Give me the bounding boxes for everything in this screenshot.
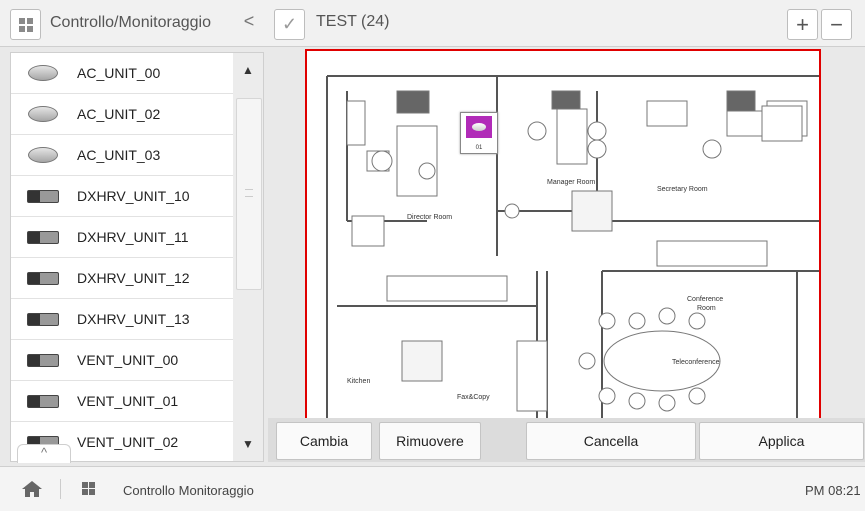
list-scrollbar[interactable]: ▲ ▼ xyxy=(233,52,264,462)
device-label: DXHRV_UNIT_13 xyxy=(77,311,190,327)
remove-button[interactable]: Rimuovere xyxy=(379,422,481,460)
list-item[interactable]: AC_UNIT_03 xyxy=(11,135,234,176)
label-secretary-room: Secretary Room xyxy=(657,186,708,193)
device-label: DXHRV_UNIT_10 xyxy=(77,188,190,204)
floorplan-canvas[interactable]: Director Room Manager Room Secretary Roo… xyxy=(305,49,821,423)
list-item[interactable]: AC_UNIT_02 xyxy=(11,94,234,135)
marker-number: 01 xyxy=(475,145,483,151)
back-button[interactable]: < xyxy=(239,11,259,35)
home-button[interactable] xyxy=(22,481,42,502)
scroll-thumb[interactable] xyxy=(236,98,262,290)
scroll-up-button[interactable]: ▲ xyxy=(233,55,263,85)
ceiling-cassette-icon xyxy=(466,116,492,138)
device-list: AC_UNIT_00 AC_UNIT_02 AC_UNIT_03 DXHRV_U… xyxy=(10,52,235,462)
zoom-out-button[interactable]: − xyxy=(821,9,852,40)
list-item[interactable]: VENT_UNIT_01 xyxy=(11,381,234,422)
bottom-bar: Controllo Monitoraggio PM 08:21 xyxy=(0,466,865,511)
floorplan-drawing: Director Room Manager Room Secretary Roo… xyxy=(326,75,819,421)
ventilation-unit-icon xyxy=(25,308,61,330)
ceiling-cassette-icon xyxy=(25,103,61,125)
menu-grid-button[interactable] xyxy=(10,9,41,40)
group-label: TEST (24) xyxy=(316,13,390,30)
device-label: VENT_UNIT_02 xyxy=(77,434,179,450)
label-director-room: Director Room xyxy=(407,214,452,221)
top-bar: Controllo/Monitoraggio < ✓ TEST (24) + − xyxy=(0,0,865,47)
label-teleconference: Teleconference xyxy=(672,359,720,366)
change-button[interactable]: Cambia xyxy=(276,422,372,460)
device-label: VENT_UNIT_01 xyxy=(77,393,179,409)
ventilation-unit-icon xyxy=(25,267,61,289)
device-label: DXHRV_UNIT_11 xyxy=(77,229,189,245)
device-label: DXHRV_UNIT_12 xyxy=(77,270,190,286)
ventilation-unit-icon xyxy=(25,349,61,371)
select-all-checkbox[interactable]: ✓ xyxy=(274,9,305,40)
device-label: AC_UNIT_00 xyxy=(77,65,161,81)
ventilation-unit-icon xyxy=(25,226,61,248)
ventilation-unit-icon xyxy=(25,390,61,412)
unit-marker[interactable]: 01 xyxy=(460,112,498,154)
list-item[interactable]: DXHRV_UNIT_13 xyxy=(11,299,234,340)
list-item[interactable]: DXHRV_UNIT_12 xyxy=(11,258,234,299)
label-room: Room xyxy=(697,305,716,312)
apply-button[interactable]: Applica xyxy=(699,422,864,460)
zoom-in-button[interactable]: + xyxy=(787,9,818,40)
footer-title: Controllo Monitoraggio xyxy=(123,483,254,498)
device-label: AC_UNIT_02 xyxy=(77,106,161,122)
grid-icon xyxy=(18,17,34,33)
list-item[interactable]: AC_UNIT_00 xyxy=(11,53,234,94)
list-item[interactable]: VENT_UNIT_00 xyxy=(11,340,234,381)
clock: PM 08:21 xyxy=(805,483,861,498)
home-icon xyxy=(22,481,42,497)
list-item[interactable]: DXHRV_UNIT_10 xyxy=(11,176,234,217)
label-kitchen: Kitchen xyxy=(347,378,370,385)
divider xyxy=(60,479,61,499)
cancel-button[interactable]: Cancella xyxy=(526,422,696,460)
check-icon: ✓ xyxy=(281,14,298,34)
page-title: Controllo/Monitoraggio xyxy=(50,14,211,31)
label-conference: Conference xyxy=(687,296,723,303)
grid-icon[interactable] xyxy=(82,482,96,496)
list-item[interactable]: DXHRV_UNIT_11 xyxy=(11,217,234,258)
device-label: AC_UNIT_03 xyxy=(77,147,161,163)
label-fax: Fax&Copy xyxy=(457,394,490,401)
scroll-down-button[interactable]: ▼ xyxy=(233,429,263,459)
ceiling-cassette-icon xyxy=(25,62,61,84)
ceiling-cassette-icon xyxy=(25,144,61,166)
device-label: VENT_UNIT_00 xyxy=(77,352,179,368)
expand-tab[interactable]: ^ xyxy=(17,444,71,463)
ventilation-unit-icon xyxy=(25,185,61,207)
label-manager-room: Manager Room xyxy=(547,179,595,186)
